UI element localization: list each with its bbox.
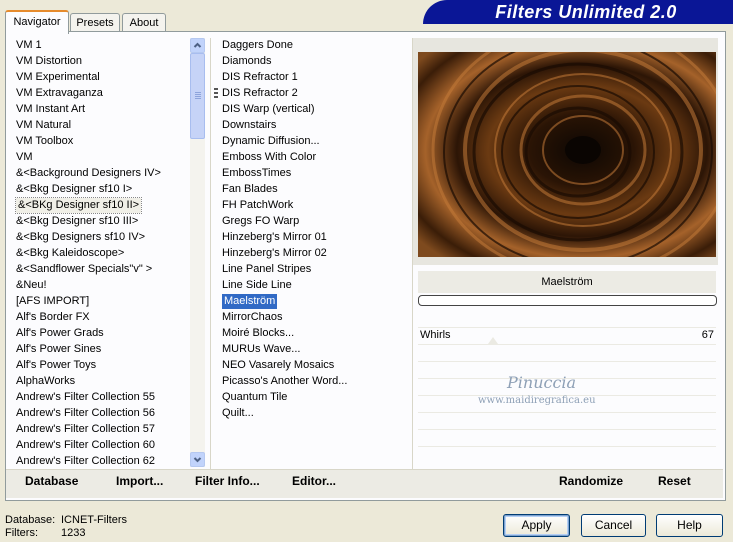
category-item[interactable]: &<Sandflower Specials"v" > xyxy=(16,262,152,277)
category-item[interactable]: Andrew's Filter Collection 56 xyxy=(16,406,155,421)
scroll-thumb[interactable] xyxy=(190,53,205,139)
filter-item[interactable]: DIS Refractor 1 xyxy=(222,70,298,85)
category-scrollbar[interactable] xyxy=(190,38,205,467)
cancel-button[interactable]: Cancel xyxy=(581,514,646,537)
filter-item[interactable]: EmbossTimes xyxy=(222,166,291,181)
category-item[interactable]: &<Bkg Designer sf10 I> xyxy=(16,182,132,197)
filter-item[interactable]: DIS Warp (vertical) xyxy=(222,102,315,117)
filter-item[interactable]: Quilt... xyxy=(222,406,254,421)
divider xyxy=(210,38,211,469)
category-item[interactable]: AlphaWorks xyxy=(16,374,75,389)
editor-button[interactable]: Editor... xyxy=(292,474,336,488)
banner-title: Filters Unlimited 2.0 xyxy=(495,2,677,22)
param-row-empty xyxy=(418,446,716,463)
filter-item[interactable]: NEO Vasarely Mosaics xyxy=(222,358,334,373)
filter-item[interactable]: Moiré Blocks... xyxy=(222,326,294,341)
filter-item[interactable]: MURUs Wave... xyxy=(222,342,300,357)
database-label: Database: xyxy=(5,514,56,526)
filter-item[interactable]: Daggers Done xyxy=(222,38,293,53)
category-item[interactable]: VM Extravaganza xyxy=(16,86,103,101)
filter-item[interactable]: Maelström xyxy=(222,294,278,309)
category-item[interactable]: Andrew's Filter Collection 55 xyxy=(16,390,155,405)
watermark-url: www.maidiregrafica.eu xyxy=(478,395,596,406)
database-value: ICNET-Filters xyxy=(61,514,127,526)
filters-count: 1233 xyxy=(61,527,86,539)
category-item[interactable]: Alf's Power Grads xyxy=(16,326,104,341)
param-row-empty xyxy=(418,344,716,361)
category-item[interactable]: Andrew's Filter Collection 60 xyxy=(16,438,155,453)
category-item[interactable]: &<Bkg Designers sf10 IV> xyxy=(16,230,145,245)
help-button[interactable]: Help xyxy=(656,514,723,537)
chevron-down-icon xyxy=(193,457,202,463)
category-item[interactable]: VM 1 xyxy=(16,38,42,53)
category-item[interactable]: &<BKg Designer sf10 II> xyxy=(14,197,143,214)
filter-item[interactable]: FH PatchWork xyxy=(222,198,293,213)
slider-pointer-icon[interactable] xyxy=(488,337,498,344)
filters-label: Filters: xyxy=(5,527,38,539)
filter-item[interactable]: DIS Refractor 2 xyxy=(222,86,298,101)
category-item[interactable]: &Neu! xyxy=(16,278,47,293)
filter-item[interactable]: Hinzeberg's Mirror 02 xyxy=(222,246,327,261)
scroll-down-button[interactable] xyxy=(190,452,205,467)
category-item[interactable]: Andrew's Filter Collection 62 xyxy=(16,454,155,469)
tab-navigator[interactable]: Navigator xyxy=(5,10,69,34)
filter-item[interactable]: Emboss With Color xyxy=(222,150,316,165)
category-item[interactable]: Andrew's Filter Collection 57 xyxy=(16,422,155,437)
filter-item[interactable]: Downstairs xyxy=(222,118,276,133)
preview-image[interactable] xyxy=(418,52,716,257)
reset-button[interactable]: Reset xyxy=(658,474,691,488)
filter-item[interactable]: Hinzeberg's Mirror 01 xyxy=(222,230,327,245)
category-item[interactable]: &<Bkg Designer sf10 III> xyxy=(16,214,138,229)
category-item[interactable]: Alf's Border FX xyxy=(16,310,90,325)
category-item[interactable]: &<Bkg Kaleidoscope> xyxy=(16,246,124,261)
scroll-up-button[interactable] xyxy=(190,38,205,53)
category-item[interactable]: [AFS IMPORT] xyxy=(16,294,89,309)
category-item[interactable]: Alf's Power Sines xyxy=(16,342,101,357)
filter-item[interactable]: Picasso's Another Word... xyxy=(222,374,347,389)
filter-item[interactable]: Dynamic Diffusion... xyxy=(222,134,320,149)
tab-about[interactable]: About xyxy=(122,13,166,32)
param-value: 67 xyxy=(701,329,714,341)
progress-bar xyxy=(418,295,717,306)
database-button[interactable]: Database xyxy=(25,474,78,488)
apply-button[interactable]: Apply xyxy=(503,514,570,537)
filter-control-title: Maelström xyxy=(418,271,716,293)
filter-info-button[interactable]: Filter Info... xyxy=(195,474,260,488)
category-item[interactable]: VM Distortion xyxy=(16,54,82,69)
category-item[interactable]: VM Experimental xyxy=(16,70,100,85)
category-item[interactable]: VM Natural xyxy=(16,118,71,133)
filter-item[interactable]: Diamonds xyxy=(222,54,272,69)
watermark-name: Pinuccia xyxy=(507,373,577,392)
param-row-empty xyxy=(418,412,716,429)
param-row-empty xyxy=(418,429,716,446)
import-button[interactable]: Import... xyxy=(116,474,163,488)
filter-item[interactable]: Line Panel Stripes xyxy=(222,262,311,277)
param-row-whirls[interactable]: Whirls 67 xyxy=(418,327,716,344)
filter-item[interactable]: Quantum Tile xyxy=(222,390,287,405)
category-item[interactable]: VM xyxy=(16,150,33,165)
filter-item[interactable]: Gregs FO Warp xyxy=(222,214,299,229)
category-item[interactable]: VM Instant Art xyxy=(16,102,85,117)
param-label: Whirls xyxy=(420,329,451,341)
category-item[interactable]: Alf's Power Toys xyxy=(16,358,96,373)
category-item[interactable]: &<Background Designers IV> xyxy=(16,166,161,181)
tab-presets[interactable]: Presets xyxy=(70,13,120,32)
filter-item[interactable]: Line Side Line xyxy=(222,278,292,293)
filter-list[interactable]: Daggers Done Diamonds DIS Refractor 1 DIS R… xyxy=(222,38,410,468)
randomize-button[interactable]: Randomize xyxy=(559,474,623,488)
splitter-grip-icon[interactable] xyxy=(214,88,220,100)
chevron-up-icon xyxy=(193,42,202,48)
filter-item[interactable]: MirrorChaos xyxy=(222,310,283,325)
category-item[interactable]: VM Toolbox xyxy=(16,134,73,149)
filter-item[interactable]: Fan Blades xyxy=(222,182,278,197)
category-list[interactable]: VM 1 VM Distortion VM Experimental VM Extra… xyxy=(14,38,188,469)
